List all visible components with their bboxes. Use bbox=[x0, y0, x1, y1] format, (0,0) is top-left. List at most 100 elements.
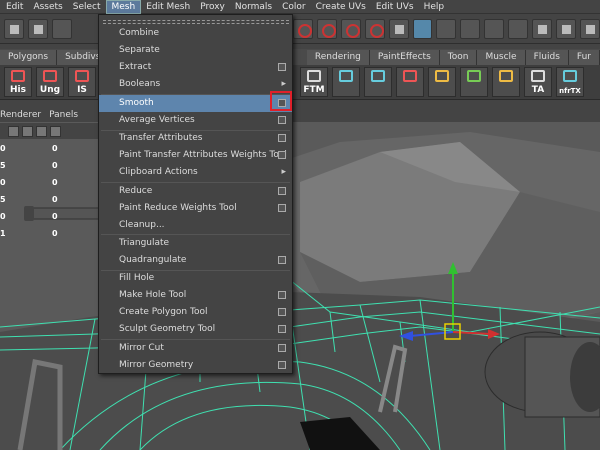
shelf-button-star[interactable] bbox=[428, 67, 456, 97]
option-box-icon[interactable] bbox=[278, 116, 286, 124]
wire-cube-icon bbox=[339, 70, 353, 82]
menu-proxy[interactable]: Proxy bbox=[195, 0, 230, 14]
manipulator-x-arrow[interactable] bbox=[488, 329, 500, 339]
render-view-icon[interactable] bbox=[436, 18, 457, 39]
shelf-button-curve[interactable] bbox=[364, 67, 392, 97]
option-box-icon[interactable] bbox=[278, 344, 286, 352]
menu-item-quadrangulate[interactable]: Quadrangulate bbox=[99, 252, 292, 269]
menu-item-transfer-attributes[interactable]: Transfer Attributes bbox=[99, 130, 292, 147]
manipulator-z-axis[interactable] bbox=[409, 331, 454, 337]
snap-point-icon[interactable] bbox=[316, 18, 337, 39]
manipulator-x-axis[interactable] bbox=[452, 331, 491, 335]
shelf-tab-muscle[interactable]: Muscle bbox=[477, 49, 526, 65]
menu-item-paint-reduce-weights[interactable]: Paint Reduce Weights Tool bbox=[99, 200, 292, 217]
make-live-icon[interactable] bbox=[364, 18, 385, 39]
shelf-button-box[interactable] bbox=[460, 67, 488, 97]
render-current-icon[interactable] bbox=[460, 18, 481, 39]
menu-item-extract[interactable]: Extract bbox=[99, 59, 292, 76]
select-mode-icon[interactable] bbox=[4, 18, 24, 39]
menu-color[interactable]: Color bbox=[277, 0, 311, 14]
snap-plane-icon[interactable] bbox=[340, 18, 361, 39]
move-manipulator[interactable] bbox=[395, 262, 515, 372]
shelf-button-hand[interactable] bbox=[492, 67, 520, 97]
snap-curve-icon[interactable] bbox=[292, 18, 313, 39]
shelf-tab-toon[interactable]: Toon bbox=[439, 49, 478, 65]
menu-item-reduce[interactable]: Reduce bbox=[99, 183, 292, 200]
shelf-tab-fluids[interactable]: Fluids bbox=[525, 49, 569, 65]
menu-item-create-polygon-tool[interactable]: Create Polygon Tool bbox=[99, 304, 292, 321]
shelf-tab-painteffects[interactable]: PaintEffects bbox=[369, 49, 440, 65]
shelf-button-ta[interactable]: TA bbox=[524, 67, 552, 97]
filter-icon[interactable] bbox=[51, 18, 72, 39]
shelf-button-cube[interactable] bbox=[332, 67, 360, 97]
menu-item-separate[interactable]: Separate bbox=[99, 42, 292, 59]
menu-item-triangulate[interactable]: Triangulate bbox=[99, 235, 292, 252]
component-mode-icon[interactable] bbox=[27, 18, 48, 39]
menu-edit[interactable]: Edit bbox=[1, 0, 28, 14]
menu-item-average-vertices[interactable]: Average Vertices bbox=[99, 112, 292, 129]
shelf-tab-fur[interactable]: Fur bbox=[568, 49, 600, 65]
shelf-button-is[interactable]: IS bbox=[68, 67, 96, 97]
menu-tear-off-handle[interactable] bbox=[103, 20, 289, 24]
show-hide-attribute-editor-icon[interactable] bbox=[532, 18, 553, 39]
menu-edit-uvs[interactable]: Edit UVs bbox=[371, 0, 419, 14]
channel-box-icon-row bbox=[0, 123, 98, 139]
option-box-icon[interactable] bbox=[278, 361, 286, 369]
option-box-icon[interactable] bbox=[278, 256, 286, 264]
channel-row[interactable]: 10 bbox=[0, 225, 98, 242]
menu-help[interactable]: Help bbox=[419, 0, 450, 14]
panel-menu-renderer[interactable]: Renderer bbox=[0, 110, 41, 120]
grid-icon[interactable] bbox=[22, 125, 33, 137]
option-box-icon[interactable] bbox=[278, 291, 286, 299]
menu-item-smooth[interactable]: Smooth bbox=[99, 95, 292, 112]
option-box-icon[interactable] bbox=[278, 325, 286, 333]
menu-item-label: Sculpt Geometry Tool bbox=[119, 324, 216, 334]
construction-history-icon[interactable] bbox=[388, 18, 409, 39]
manipulator-z-arrow[interactable] bbox=[399, 331, 413, 341]
shaded-icon[interactable] bbox=[50, 125, 61, 137]
menu-item-make-hole-tool[interactable]: Make Hole Tool bbox=[99, 287, 292, 304]
menu-item-fill-hole[interactable]: Fill Hole bbox=[99, 270, 292, 287]
ipr-render-icon[interactable] bbox=[484, 18, 505, 39]
menu-item-sculpt-geometry-tool[interactable]: Sculpt Geometry Tool bbox=[99, 321, 292, 338]
option-box-icon[interactable] bbox=[278, 308, 286, 316]
wireframe-icon[interactable] bbox=[36, 125, 47, 137]
menu-item-combine[interactable]: Combine bbox=[99, 25, 292, 42]
menu-item-clipboard-actions[interactable]: Clipboard Actions ▸ bbox=[99, 164, 292, 181]
channel-row[interactable]: 50 bbox=[0, 191, 98, 208]
menu-normals[interactable]: Normals bbox=[230, 0, 277, 14]
option-box-icon[interactable] bbox=[278, 187, 286, 195]
menu-edit-mesh[interactable]: Edit Mesh bbox=[141, 0, 195, 14]
menu-select[interactable]: Select bbox=[68, 0, 106, 14]
render-settings-icon[interactable] bbox=[508, 18, 529, 39]
menu-item-mirror-geometry[interactable]: Mirror Geometry bbox=[99, 357, 292, 374]
camera-icon[interactable] bbox=[8, 125, 19, 137]
shelf-button-nfrtx[interactable]: nfrTX bbox=[556, 67, 584, 97]
show-hide-channel-box-icon[interactable] bbox=[556, 18, 576, 39]
shelf-button-arrows[interactable] bbox=[396, 67, 424, 97]
panel-menu-panels[interactable]: Panels bbox=[49, 110, 78, 120]
channel-row[interactable]: 50 bbox=[0, 157, 98, 174]
shelf-button-ung[interactable]: Ung bbox=[36, 67, 64, 97]
show-hide-tool-settings-icon[interactable] bbox=[579, 18, 600, 39]
input-output-icon[interactable] bbox=[412, 18, 433, 39]
menu-assets[interactable]: Assets bbox=[28, 0, 67, 14]
shelf-tab-polygons[interactable]: Polygons bbox=[0, 49, 58, 65]
option-box-icon[interactable] bbox=[278, 134, 286, 142]
shelf-tab-rendering[interactable]: Rendering bbox=[306, 49, 370, 65]
shelf-button-ftm[interactable]: FTM bbox=[300, 67, 328, 97]
channel-row[interactable]: 00 bbox=[0, 174, 98, 191]
channel-row[interactable]: 00 bbox=[0, 140, 98, 157]
channel-row[interactable]: 00 bbox=[0, 208, 98, 225]
menu-item-booleans[interactable]: Booleans ▸ bbox=[99, 76, 292, 93]
menu-create-uvs[interactable]: Create UVs bbox=[311, 0, 371, 14]
option-box-icon[interactable] bbox=[278, 63, 286, 71]
manipulator-y-arrow[interactable] bbox=[448, 262, 458, 274]
option-box-icon[interactable] bbox=[278, 151, 286, 159]
option-box-icon[interactable] bbox=[278, 204, 286, 212]
menu-item-cleanup[interactable]: Cleanup... bbox=[99, 217, 292, 234]
menu-mesh[interactable]: Mesh bbox=[105, 0, 142, 14]
menu-item-mirror-cut[interactable]: Mirror Cut bbox=[99, 340, 292, 357]
shelf-button-his[interactable]: His bbox=[4, 67, 32, 97]
menu-item-paint-transfer-attributes[interactable]: Paint Transfer Attributes Weights Tool bbox=[99, 147, 292, 164]
